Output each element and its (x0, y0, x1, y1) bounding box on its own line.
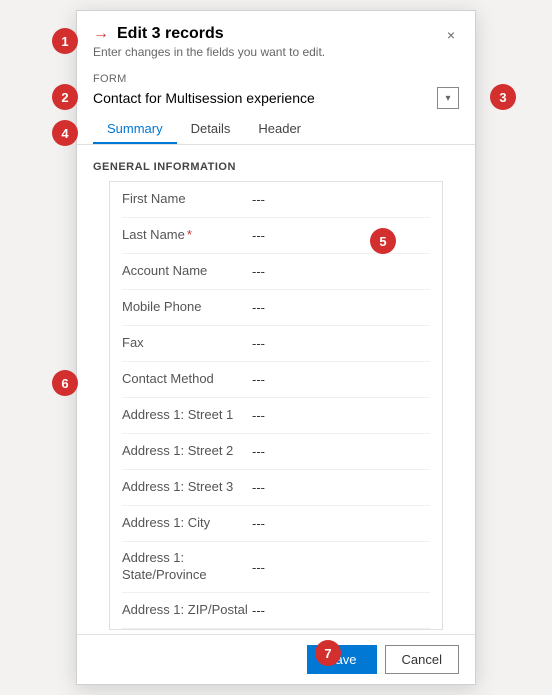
dialog-subtitle: Enter changes in the fields you want to … (93, 45, 459, 59)
field-label-first-name: First Name (122, 191, 252, 208)
annotation-1: 1 (52, 28, 78, 54)
form-select-row: Contact for Multisession experience ▾ (93, 87, 459, 109)
page-wrapper: 1 2 3 4 5 6 7 × → Edit 3 records Enter c… (0, 0, 552, 695)
cancel-button[interactable]: Cancel (385, 645, 459, 674)
field-label-contact-method: Contact Method (122, 371, 252, 388)
field-value-address-state: --- (252, 560, 430, 575)
field-label-fax: Fax (122, 335, 252, 352)
field-label-address-state: Address 1: State/Province (122, 550, 252, 584)
field-last-name: Last Name* --- (122, 218, 430, 254)
annotation-6: 6 (52, 370, 78, 396)
save-button[interactable]: Save (307, 645, 377, 674)
dialog-title: → Edit 3 records (93, 25, 459, 43)
tab-details[interactable]: Details (177, 115, 245, 144)
content-area: GENERAL INFORMATION First Name --- Last … (77, 149, 475, 630)
field-first-name: First Name --- (122, 182, 430, 218)
field-address-street1: Address 1: Street 1 --- (122, 398, 430, 434)
field-mobile-phone: Mobile Phone --- (122, 290, 430, 326)
field-value-address-zip: --- (252, 603, 430, 618)
required-indicator: * (187, 227, 192, 242)
field-contact-method: Contact Method --- (122, 362, 430, 398)
annotation-4: 4 (52, 120, 78, 146)
section-header: GENERAL INFORMATION (93, 149, 459, 181)
tab-summary[interactable]: Summary (93, 115, 177, 144)
chevron-down-icon: ▾ (445, 93, 450, 104)
tab-summary-label: Summary (107, 121, 163, 136)
field-value-mobile-phone: --- (252, 300, 430, 315)
tab-header[interactable]: Header (244, 115, 315, 144)
fields-container: First Name --- Last Name* --- Account Na… (109, 181, 443, 630)
field-label-address-city: Address 1: City (122, 515, 252, 532)
edit-dialog: × → Edit 3 records Enter changes in the … (76, 10, 476, 685)
title-arrow: → (93, 25, 109, 43)
tab-header-label: Header (258, 121, 301, 136)
field-value-address-street3: --- (252, 480, 430, 495)
tab-details-label: Details (191, 121, 231, 136)
dialog-footer: Save Cancel (77, 634, 475, 684)
tabs-row: Summary Details Header (77, 115, 475, 145)
field-address-street2: Address 1: Street 2 --- (122, 434, 430, 470)
close-button[interactable]: × (439, 23, 463, 47)
field-address-city: Address 1: City --- (122, 506, 430, 542)
dialog-header: × → Edit 3 records Enter changes in the … (77, 11, 475, 67)
field-label-address-street1: Address 1: Street 1 (122, 407, 252, 424)
annotation-2: 2 (52, 84, 78, 110)
field-value-address-street1: --- (252, 408, 430, 423)
field-label-address-street3: Address 1: Street 3 (122, 479, 252, 496)
form-dropdown-button[interactable]: ▾ (437, 87, 459, 109)
form-label: Form (93, 73, 459, 85)
field-account-name: Account Name --- (122, 254, 430, 290)
field-address-zip: Address 1: ZIP/Postal --- (122, 593, 430, 629)
field-value-account-name: --- (252, 264, 430, 279)
form-value: Contact for Multisession experience (93, 90, 433, 106)
field-label-last-name: Last Name* (122, 227, 252, 244)
field-label-mobile-phone: Mobile Phone (122, 299, 252, 316)
form-section: Form Contact for Multisession experience… (77, 67, 475, 109)
field-value-first-name: --- (252, 192, 430, 207)
annotation-3: 3 (490, 84, 516, 110)
field-address-street3: Address 1: Street 3 --- (122, 470, 430, 506)
field-address-state: Address 1: State/Province --- (122, 542, 430, 593)
field-label-address-street2: Address 1: Street 2 (122, 443, 252, 460)
field-value-address-street2: --- (252, 444, 430, 459)
field-value-contact-method: --- (252, 372, 430, 387)
field-label-address-zip: Address 1: ZIP/Postal (122, 602, 252, 619)
field-value-last-name: --- (252, 228, 430, 243)
field-value-fax: --- (252, 336, 430, 351)
field-value-address-city: --- (252, 516, 430, 531)
title-text: Edit 3 records (117, 25, 224, 43)
field-label-account-name: Account Name (122, 263, 252, 280)
field-fax: Fax --- (122, 326, 430, 362)
